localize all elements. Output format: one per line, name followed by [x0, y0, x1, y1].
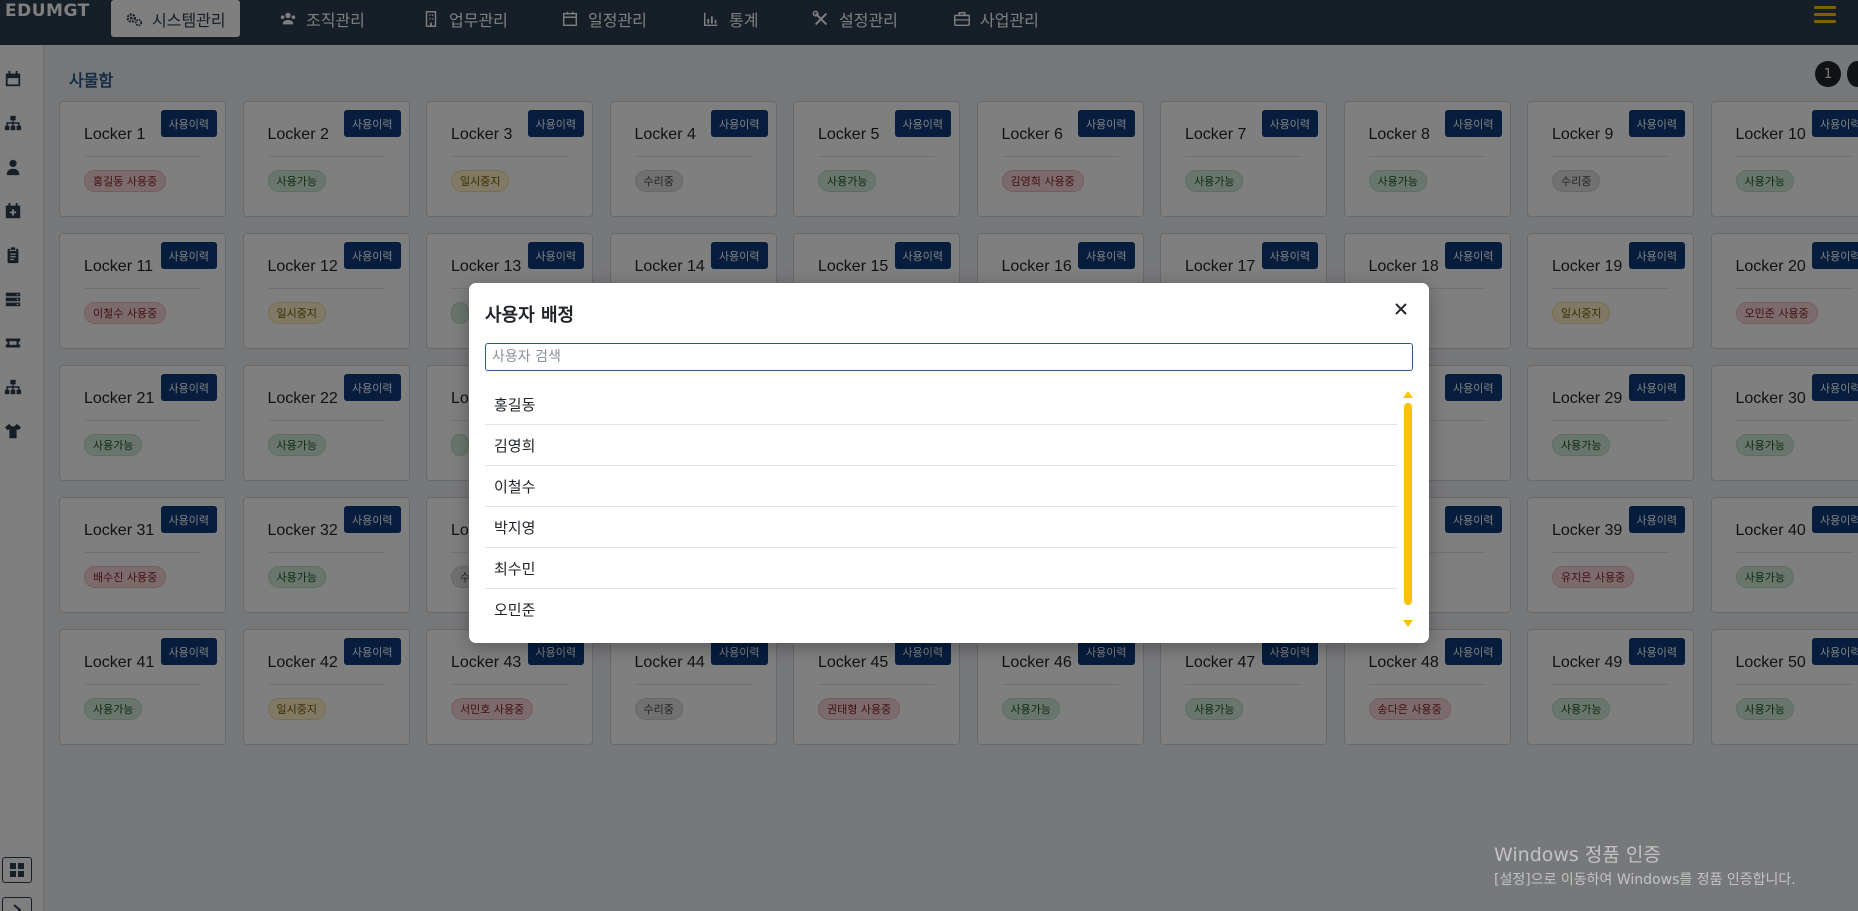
user-list: 홍길동 김영희 이철수 박지영 최수민 오민준: [485, 384, 1397, 630]
user-list-item[interactable]: 김영희: [485, 425, 1397, 466]
scroll-up-arrow-icon[interactable]: [1403, 391, 1413, 398]
scrollbar-thumb[interactable]: [1404, 403, 1412, 605]
watermark-line-2: [설정]으로 이동하여 Windows를 정품 인증합니다.: [1494, 872, 1796, 888]
watermark-line-1: Windows 정품 인증: [1494, 844, 1661, 866]
assign-user-modal: 사용자 배정 홍길동김영희이철수박지영최수민오민준: [469, 283, 1429, 643]
user-list-item[interactable]: 홍길동: [485, 384, 1397, 425]
user-list-item[interactable]: 오민준: [485, 589, 1397, 630]
close-icon[interactable]: [1391, 299, 1411, 319]
user-list-item[interactable]: 이철수: [485, 466, 1397, 507]
windows-activation-watermark: Windows 정품 인증 [설정]으로 이동하여 Windows를 정품 인증…: [1494, 840, 1796, 889]
user-list-item[interactable]: 박지영: [485, 507, 1397, 548]
user-list-item[interactable]: 최수민: [485, 548, 1397, 589]
modal-title: 사용자 배정: [485, 305, 575, 326]
user-search-input[interactable]: [485, 343, 1413, 371]
scroll-down-arrow-icon[interactable]: [1403, 620, 1413, 627]
scrollbar[interactable]: [1402, 391, 1414, 627]
